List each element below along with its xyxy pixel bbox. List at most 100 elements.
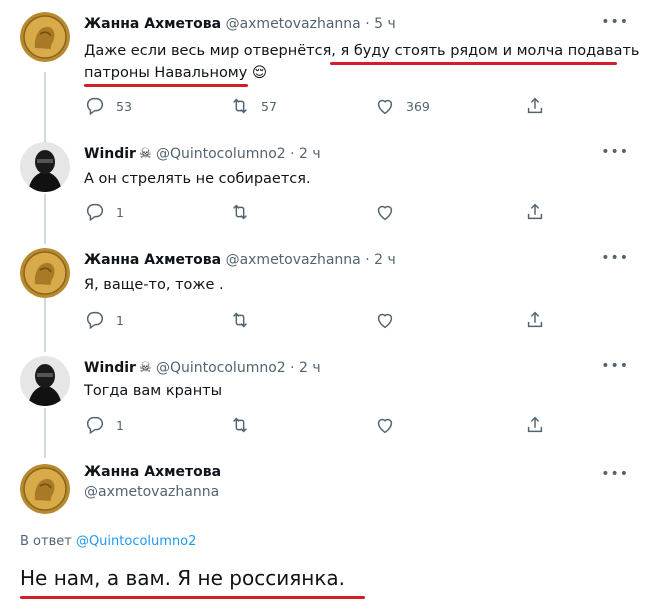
main-tweet-text: Не нам, а вам. Я не россиянка.	[20, 566, 346, 590]
like-button[interactable]	[374, 414, 396, 436]
timestamp[interactable]: 5 ч	[374, 16, 396, 32]
reply-button[interactable]: 1	[84, 414, 124, 436]
tweet[interactable]: Windir ☠ @Quintocolumno2 · 2 ч ••• А он с…	[0, 130, 653, 240]
more-icon[interactable]: •••	[601, 144, 629, 160]
more-icon[interactable]: •••	[601, 250, 629, 266]
timestamp[interactable]: 2 ч	[299, 146, 321, 162]
tweet-text-highlight: я буду стоять рядом и молча подавать	[340, 43, 640, 59]
action-bar: 1	[84, 201, 554, 223]
author-handle[interactable]: @axmetovazhanna	[226, 252, 361, 268]
avatar[interactable]	[20, 142, 70, 192]
masked-person-avatar-image	[20, 142, 70, 192]
retweet-button[interactable]	[229, 414, 251, 436]
action-bar: 1	[84, 414, 554, 436]
retweet-button[interactable]	[229, 201, 251, 223]
tweet-text: А он стрелять не собирается.	[84, 171, 311, 187]
retweet-icon	[233, 417, 247, 433]
like-icon	[377, 313, 393, 329]
author-name[interactable]: Жанна Ахметова	[84, 16, 221, 32]
author-handle[interactable]: @Quintocolumno2	[156, 360, 286, 376]
share-button[interactable]	[524, 414, 546, 436]
tweet-text-highlight: патроны Навальному	[84, 65, 248, 81]
like-icon	[377, 99, 393, 115]
tweet-text: Тогда вам кранты	[84, 383, 223, 399]
retweet-button[interactable]	[229, 309, 251, 331]
tweet-header: Жанна Ахметова @axmetovazhanna	[84, 464, 221, 500]
tweet-text: Я, ваще-то, тоже .	[84, 277, 224, 293]
like-button[interactable]	[374, 201, 396, 223]
avatar[interactable]	[20, 248, 70, 298]
share-icon	[527, 416, 543, 433]
tweet[interactable]: Жанна Ахметова @axmetovazhanna · 5 ч •••…	[0, 0, 653, 130]
retweet-icon	[233, 312, 247, 328]
reply-button[interactable]: 1	[84, 309, 124, 331]
timestamp[interactable]: 2 ч	[299, 360, 321, 376]
reply-count: 53	[116, 98, 132, 114]
author-handle[interactable]: @axmetovazhanna	[226, 16, 361, 32]
timestamp[interactable]: 2 ч	[374, 252, 396, 268]
tweet-text-part: Даже если весь мир отвернётся,	[84, 43, 341, 59]
avatar[interactable]	[20, 12, 70, 62]
more-icon[interactable]: •••	[601, 466, 629, 482]
reply-icon	[86, 97, 104, 116]
author-name[interactable]: Жанна Ахметова	[84, 252, 221, 268]
tweet-header: Windir ☠ @Quintocolumno2 · 2 ч	[84, 360, 321, 376]
reply-icon	[86, 203, 104, 222]
share-button[interactable]	[524, 201, 546, 223]
tweet-header: Windir ☠ @Quintocolumno2 · 2 ч	[84, 146, 321, 162]
like-count: 369	[406, 98, 430, 114]
like-icon	[377, 418, 393, 434]
coin-avatar-image	[20, 248, 70, 298]
highlight-underline	[20, 596, 365, 599]
reply-mention-link[interactable]: @Quintocolumno2	[76, 534, 196, 549]
like-button[interactable]: 369	[374, 95, 430, 117]
share-button[interactable]	[524, 309, 546, 331]
coin-avatar-image	[20, 12, 70, 62]
highlight-underline	[84, 84, 248, 87]
share-button[interactable]	[524, 95, 546, 117]
separator: ·	[290, 146, 295, 162]
reply-prefix: В ответ	[20, 534, 76, 549]
reply-button[interactable]: 53	[84, 95, 132, 117]
more-icon[interactable]: •••	[601, 14, 629, 30]
reply-icon	[86, 416, 104, 435]
reply-count: 1	[116, 204, 124, 220]
action-bar: 1	[84, 309, 554, 331]
retweet-icon	[233, 98, 247, 114]
reply-count: 1	[116, 312, 124, 328]
tweet-header: Жанна Ахметова @axmetovazhanna · 2 ч	[84, 252, 396, 268]
retweet-button[interactable]: 57	[229, 95, 277, 117]
reply-button[interactable]: 1	[84, 201, 124, 223]
like-button[interactable]	[374, 309, 396, 331]
tweet[interactable]: Жанна Ахметова @axmetovazhanna · 2 ч •••…	[0, 236, 653, 346]
tweet[interactable]: Windir ☠ @Quintocolumno2 · 2 ч ••• Тогда …	[0, 344, 653, 454]
reply-count: 1	[116, 417, 124, 433]
author-handle[interactable]: @axmetovazhanna	[84, 484, 221, 500]
separator: ·	[290, 360, 295, 376]
author-name[interactable]: Жанна Ахметова	[84, 464, 221, 480]
reply-context: В ответ @Quintocolumno2	[20, 534, 196, 549]
share-icon	[527, 203, 543, 220]
like-icon	[377, 205, 393, 221]
author-name[interactable]: Windir	[84, 360, 136, 376]
emoji: 😌	[251, 65, 268, 81]
author-handle[interactable]: @Quintocolumno2	[156, 146, 286, 162]
author-name[interactable]: Windir	[84, 146, 136, 162]
more-icon[interactable]: •••	[601, 358, 629, 374]
avatar[interactable]	[20, 464, 70, 514]
highlight-underline	[330, 62, 617, 65]
retweet-icon	[233, 204, 247, 220]
pirate-flag-badge: ☠	[138, 146, 152, 162]
share-icon	[527, 97, 543, 114]
avatar[interactable]	[20, 356, 70, 406]
coin-avatar-image	[20, 464, 70, 514]
reply-icon	[86, 311, 104, 330]
separator: ·	[365, 252, 370, 268]
masked-person-avatar-image	[20, 356, 70, 406]
pirate-flag-badge: ☠	[138, 360, 152, 376]
action-bar: 53 57 369	[84, 95, 554, 117]
retweet-count: 57	[261, 98, 277, 114]
tweet-header: Жанна Ахметова @axmetovazhanna · 5 ч	[84, 16, 396, 32]
separator: ·	[365, 16, 370, 32]
share-icon	[527, 311, 543, 328]
